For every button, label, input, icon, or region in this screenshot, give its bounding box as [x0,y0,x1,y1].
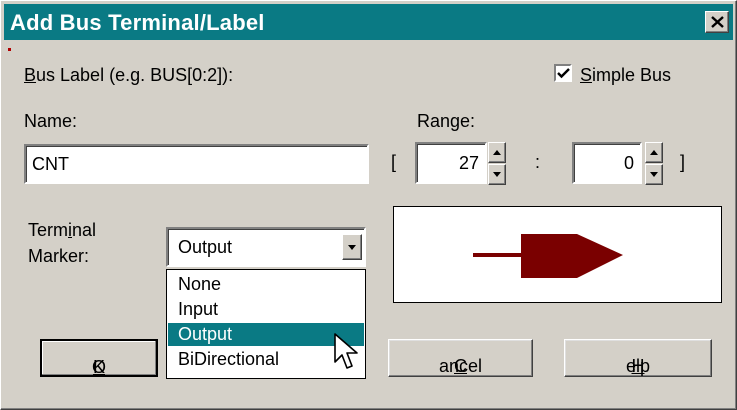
ok-button[interactable]: OK [40,339,158,377]
range-open-bracket: [ [391,152,397,172]
range-close-bracket: ] [680,152,686,172]
arrow-up-icon [493,150,501,155]
dialog-title: Add Bus Terminal/Label [10,10,265,35]
name-input[interactable]: CNT [24,144,369,184]
dropdown-option-input[interactable]: Input [168,298,364,321]
terminal-marker-dropdown-button[interactable] [342,234,362,260]
arrow-down-icon [650,172,658,177]
checkmark-icon [557,68,570,79]
chevron-down-icon [348,245,356,250]
range-label: Range: [417,111,476,131]
range-separator: : [535,152,541,172]
dialog-window: Add Bus Terminal/Label Bus Label (e.g. B… [0,0,737,410]
resize-marker [8,48,11,51]
dropdown-option-none[interactable]: None [168,273,364,296]
marker-preview [393,206,722,303]
range-end-down-button[interactable] [645,164,663,185]
close-icon [711,16,724,28]
range-start-down-button[interactable] [488,164,506,185]
bus-label-text: Bus Label (e.g. BUS[0:2]): [24,65,234,85]
terminal-marker-selected-value: Output [178,237,233,257]
terminal-marker-combobox[interactable]: Output [166,227,366,267]
output-arrow-icon [473,234,623,278]
simple-bus-checkbox[interactable] [554,64,572,82]
mouse-pointer-icon [334,333,358,369]
help-button[interactable]: Help [564,339,712,377]
terminal-marker-label-line1: Terminal [28,220,97,240]
arrow-down-icon [493,172,501,177]
range-start-input[interactable]: 27 [415,142,487,184]
name-input-value: CNT [32,154,69,174]
close-button[interactable] [705,11,729,33]
range-end-input[interactable]: 0 [572,142,642,184]
range-start-value: 27 [458,153,479,173]
range-end-value: 0 [623,153,634,173]
range-end-spinner [645,142,663,186]
range-start-spinner [488,142,506,186]
terminal-marker-label-line2: Marker: [28,246,90,266]
title-bar[interactable]: Add Bus Terminal/Label [4,4,733,40]
simple-bus-label[interactable]: Simple Bus [580,65,671,86]
cancel-button[interactable]: Cancel [388,339,533,377]
name-label: Name: [24,111,78,131]
range-end-up-button[interactable] [645,142,663,163]
range-start-up-button[interactable] [488,142,506,163]
arrow-up-icon [650,150,658,155]
